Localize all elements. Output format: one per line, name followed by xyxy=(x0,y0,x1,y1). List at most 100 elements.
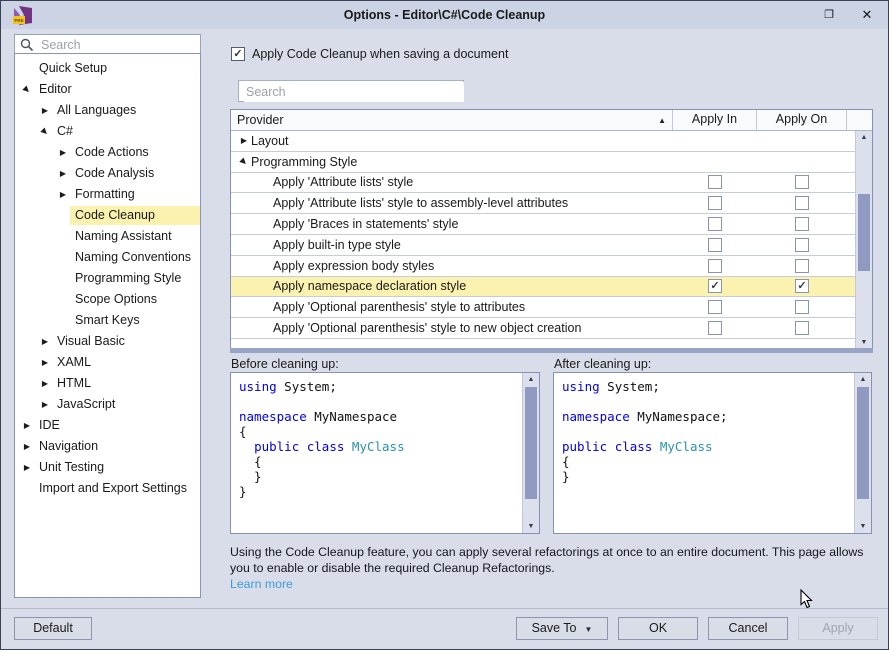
sidebar-item-label: JavaScript xyxy=(52,395,120,414)
table-row[interactable]: Apply 'Optional parenthesis' style to at… xyxy=(231,297,855,318)
table-row[interactable]: Apply 'Braces in statements' style xyxy=(231,214,855,235)
sidebar-item-smart-keys[interactable]: Smart Keys xyxy=(15,310,200,331)
scroll-up-icon[interactable]: ▲ xyxy=(856,134,872,141)
table-scrollbar[interactable]: ▲ ▼ xyxy=(855,131,872,349)
scroll-down-icon[interactable]: ▼ xyxy=(523,523,539,530)
sidebar-item-quick-setup[interactable]: Quick Setup xyxy=(15,58,200,79)
scrollbar-thumb[interactable] xyxy=(525,387,537,499)
sidebar-item-label: C# xyxy=(52,122,78,141)
before-scrollbar[interactable]: ▲ ▼ xyxy=(522,373,539,533)
scroll-up-icon[interactable]: ▲ xyxy=(855,376,871,383)
table-row[interactable]: Apply 'Attribute lists' style xyxy=(231,173,855,194)
column-apply-in-action[interactable]: Apply In Action xyxy=(673,110,757,130)
table-row[interactable]: ▶Layout xyxy=(231,131,855,152)
sidebar-item-code-actions[interactable]: ▶Code Actions xyxy=(15,142,200,163)
column-apply-on-save[interactable]: Apply On Save xyxy=(757,110,847,130)
sidebar-item-ide[interactable]: ▶IDE xyxy=(15,415,200,436)
sidebar-item-programming-style[interactable]: Programming Style xyxy=(15,268,200,289)
after-label: After cleaning up: xyxy=(554,357,651,371)
collapsed-expander-icon[interactable]: ▶ xyxy=(56,163,70,184)
scroll-down-icon[interactable]: ▼ xyxy=(855,523,871,530)
collapsed-expander-icon[interactable]: ▶ xyxy=(20,436,34,457)
sidebar-item-editor[interactable]: ▶Editor xyxy=(15,79,200,100)
sidebar-item-all-languages[interactable]: ▶All Languages xyxy=(15,100,200,121)
sidebar-search-input[interactable] xyxy=(39,36,198,54)
table-row[interactable]: Apply namespace declaration style ✓ ✓ xyxy=(231,277,855,298)
scroll-up-icon[interactable]: ▲ xyxy=(523,376,539,383)
sidebar-item-import-and-export-settings[interactable]: Import and Export Settings xyxy=(15,478,200,499)
table-row[interactable]: Apply 'Optional parenthesis' style to ne… xyxy=(231,318,855,339)
sidebar-item-unit-testing[interactable]: ▶Unit Testing xyxy=(15,457,200,478)
apply-in-action-checkbox[interactable] xyxy=(708,321,722,335)
collapsed-expander-icon[interactable]: ▶ xyxy=(237,136,251,145)
sort-ascending-icon: ▲ xyxy=(658,111,666,130)
apply-on-save-checkbox[interactable]: ✓ xyxy=(795,279,809,293)
collapsed-expander-icon[interactable]: ▶ xyxy=(56,142,70,163)
sidebar-item-code-cleanup[interactable]: Code Cleanup xyxy=(15,205,200,226)
apply-on-save-checkbox[interactable] xyxy=(795,238,809,252)
sidebar-item-scope-options[interactable]: Scope Options xyxy=(15,289,200,310)
apply-on-save-checkbox[interactable] xyxy=(795,175,809,189)
cancel-button[interactable]: Cancel xyxy=(708,617,788,640)
apply-on-save-checkbox[interactable] xyxy=(795,300,809,314)
sidebar-item-c-[interactable]: ▶C# xyxy=(15,121,200,142)
options-dialog: PRE Options - Editor\C#\Code Cleanup ❐ ✕… xyxy=(0,0,889,650)
apply-on-save-checkbox[interactable] xyxy=(795,196,809,210)
collapsed-expander-icon[interactable]: ▶ xyxy=(20,415,34,436)
sidebar-item-formatting[interactable]: ▶Formatting xyxy=(15,184,200,205)
sidebar-item-label: Unit Testing xyxy=(34,458,109,477)
apply-in-action-checkbox[interactable] xyxy=(708,300,722,314)
apply-in-action-checkbox[interactable] xyxy=(708,259,722,273)
provider-label: Apply 'Optional parenthesis' style to ne… xyxy=(273,321,581,335)
code-line: public class MyClass xyxy=(239,439,519,454)
scrollbar-thumb[interactable] xyxy=(858,194,870,271)
provider-label: Apply namespace declaration style xyxy=(273,279,466,293)
table-row[interactable]: ▶Programming Style xyxy=(231,152,855,173)
provider-label: Apply expression body styles xyxy=(273,259,434,273)
after-scrollbar[interactable]: ▲ ▼ xyxy=(854,373,871,533)
sidebar-item-code-analysis[interactable]: ▶Code Analysis xyxy=(15,163,200,184)
sidebar-item-label: Code Actions xyxy=(70,143,154,162)
expanded-expander-icon[interactable]: ▶ xyxy=(236,155,252,169)
sidebar-item-naming-assistant[interactable]: Naming Assistant xyxy=(15,226,200,247)
provider-label: Apply 'Attribute lists' style xyxy=(273,175,413,189)
collapsed-expander-icon[interactable]: ▶ xyxy=(38,394,52,415)
sidebar-item-html[interactable]: ▶HTML xyxy=(15,373,200,394)
table-row[interactable]: Apply built-in type style xyxy=(231,235,855,256)
sidebar-item-label: Naming Assistant xyxy=(70,227,177,246)
ok-button[interactable]: OK xyxy=(618,617,698,640)
apply-in-action-checkbox[interactable] xyxy=(708,196,722,210)
sidebar-item-javascript[interactable]: ▶JavaScript xyxy=(15,394,200,415)
collapsed-expander-icon[interactable]: ▶ xyxy=(38,331,52,352)
code-line: namespace MyNamespace xyxy=(239,409,519,424)
apply-in-action-checkbox[interactable] xyxy=(708,238,722,252)
scrollbar-thumb[interactable] xyxy=(857,387,869,499)
sidebar-item-visual-basic[interactable]: ▶Visual Basic xyxy=(15,331,200,352)
maximize-button[interactable]: ❐ xyxy=(812,1,846,29)
sidebar-item-navigation[interactable]: ▶Navigation xyxy=(15,436,200,457)
table-row[interactable]: Apply expression body styles xyxy=(231,256,855,277)
apply-in-action-checkbox[interactable]: ✓ xyxy=(708,279,722,293)
collapsed-expander-icon[interactable]: ▶ xyxy=(38,373,52,394)
titlebar: PRE Options - Editor\C#\Code Cleanup ❐ ✕ xyxy=(1,1,888,29)
scroll-down-icon[interactable]: ▼ xyxy=(856,339,872,346)
collapsed-expander-icon[interactable]: ▶ xyxy=(20,457,34,478)
save-to-button[interactable]: Save To▼ xyxy=(516,617,608,640)
apply-code-cleanup-checkbox[interactable]: ✓ xyxy=(231,47,245,61)
sidebar-item-xaml[interactable]: ▶XAML xyxy=(15,352,200,373)
apply-on-save-checkbox[interactable] xyxy=(795,259,809,273)
sidebar-item-naming-conventions[interactable]: Naming Conventions xyxy=(15,247,200,268)
collapsed-expander-icon[interactable]: ▶ xyxy=(38,352,52,373)
provider-search-input[interactable] xyxy=(244,82,464,102)
table-row[interactable]: Apply 'Attribute lists' style to assembl… xyxy=(231,193,855,214)
close-button[interactable]: ✕ xyxy=(850,1,884,29)
default-button[interactable]: Default xyxy=(14,617,92,640)
column-provider[interactable]: Provider ▲ xyxy=(231,110,673,130)
collapsed-expander-icon[interactable]: ▶ xyxy=(56,184,70,205)
apply-on-save-checkbox[interactable] xyxy=(795,321,809,335)
learn-more-link[interactable]: Learn more xyxy=(230,577,293,591)
apply-in-action-checkbox[interactable] xyxy=(708,217,722,231)
apply-on-save-checkbox[interactable] xyxy=(795,217,809,231)
apply-in-action-checkbox[interactable] xyxy=(708,175,722,189)
collapsed-expander-icon[interactable]: ▶ xyxy=(38,100,52,121)
